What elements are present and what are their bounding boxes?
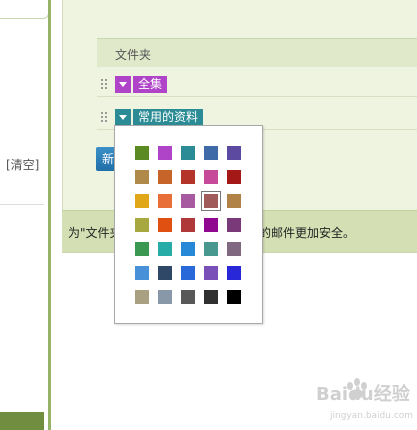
left-divider	[0, 204, 44, 205]
left-pane	[0, 0, 44, 430]
color-swatch[interactable]	[181, 170, 195, 184]
info-text-right: 的邮件更加安全。	[259, 226, 356, 240]
left-pane-top-corner	[0, 0, 49, 19]
folder-color-dropdown-button[interactable]	[115, 109, 131, 126]
color-swatch[interactable]	[158, 290, 172, 304]
color-swatch[interactable]	[204, 266, 218, 280]
color-swatch[interactable]	[135, 146, 149, 160]
drag-handle-icon[interactable]	[101, 79, 109, 89]
color-swatch[interactable]	[204, 170, 218, 184]
folder-list-header: 文件夹	[97, 38, 417, 67]
watermark-url: jingyan.baidu.com	[329, 411, 413, 421]
color-swatch[interactable]	[181, 266, 195, 280]
color-swatch[interactable]	[135, 266, 149, 280]
color-swatch[interactable]	[204, 218, 218, 232]
folder-header-label: 文件夹	[115, 48, 152, 62]
new-folder-button-label: 新	[102, 152, 115, 166]
color-swatch[interactable]	[227, 290, 241, 304]
caret-down-icon	[119, 82, 127, 87]
color-swatch[interactable]	[158, 218, 172, 232]
color-swatch[interactable]	[158, 194, 172, 208]
color-swatch[interactable]	[204, 146, 218, 160]
color-swatch[interactable]	[227, 266, 241, 280]
drag-handle-icon[interactable]	[101, 112, 109, 122]
folder-name-all[interactable]: 全集	[133, 76, 168, 93]
color-swatch[interactable]	[158, 242, 172, 256]
color-swatch[interactable]	[135, 170, 149, 184]
color-swatch[interactable]	[204, 242, 218, 256]
folder-tag-all: 全集	[115, 76, 168, 93]
folder-color-dropdown-button[interactable]	[115, 76, 131, 93]
caret-down-icon	[119, 115, 127, 120]
color-swatch[interactable]	[135, 218, 149, 232]
color-swatch[interactable]	[201, 191, 221, 211]
color-swatch[interactable]	[181, 290, 195, 304]
folder-row-all: 全集	[97, 72, 417, 97]
baidu-jingyan-watermark: Baidu经验 jingyan.baidu.com	[316, 378, 413, 421]
color-swatch[interactable]	[204, 290, 218, 304]
left-bottom-bar	[0, 412, 44, 430]
watermark-text: Baidu经验	[316, 383, 411, 405]
color-swatch[interactable]	[227, 218, 241, 232]
folder-tag-common: 常用的资料	[115, 109, 204, 126]
color-swatch[interactable]	[227, 242, 241, 256]
color-swatch[interactable]	[135, 194, 149, 208]
left-pane-border	[48, 0, 51, 430]
clear-link[interactable]: [清空]	[6, 156, 39, 173]
color-swatch[interactable]	[158, 170, 172, 184]
color-picker-popup	[114, 125, 263, 324]
color-swatch[interactable]	[135, 242, 149, 256]
color-swatch[interactable]	[158, 266, 172, 280]
color-swatch[interactable]	[181, 146, 195, 160]
color-swatch[interactable]	[227, 194, 241, 208]
color-swatch[interactable]	[227, 146, 241, 160]
color-swatch[interactable]	[227, 170, 241, 184]
folder-name-common[interactable]: 常用的资料	[133, 109, 204, 126]
color-swatch[interactable]	[181, 242, 195, 256]
color-swatch[interactable]	[181, 194, 195, 208]
color-swatch[interactable]	[181, 218, 195, 232]
color-swatch[interactable]	[158, 146, 172, 160]
new-folder-button[interactable]: 新	[96, 147, 116, 171]
color-swatch[interactable]	[135, 290, 149, 304]
